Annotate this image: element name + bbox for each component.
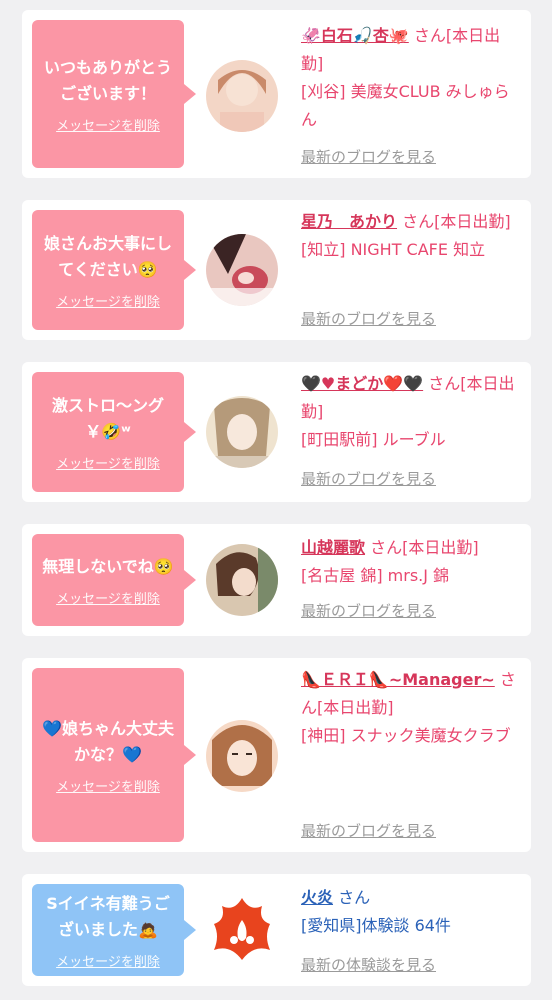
delete-message-link[interactable]: メッセージを削除 [56,776,160,795]
message-bubble: いつもありがとうございます！ メッセージを削除 [32,20,196,168]
shop-link[interactable]: [神田] スナック美魔女クラブ [301,726,511,745]
latest-blog-link[interactable]: 最新のブログを見る [301,468,436,489]
profile-name-link[interactable]: 星乃 あかり [301,212,397,231]
delete-message-link[interactable]: メッセージを削除 [56,588,160,607]
message-card: いつもありがとうございます！ メッセージを削除 🦑白石🎣杏🐙 さん[本日出勤] … [22,10,531,178]
delete-message-link[interactable]: メッセージを削除 [56,453,160,472]
message-bubble: 激ストロ〜ング￥🤣ʷ メッセージを削除 [32,372,196,492]
message-text: いつもありがとうございます！ [43,57,172,103]
message-text: Sイイネ有難うございました🙇 [46,893,170,939]
delete-message-link[interactable]: メッセージを削除 [56,291,160,310]
message-bubble: 娘さんお大事にしてください🥺 メッセージを削除 [32,210,196,330]
shop-link[interactable]: [名古屋 錦] mrs.J 錦 [301,566,449,585]
delete-message-link[interactable]: メッセージを削除 [56,115,160,134]
latest-blog-link[interactable]: 最新のブログを見る [301,146,436,167]
flame-icon [206,894,278,966]
latest-blog-link[interactable]: 最新のブログを見る [301,600,436,621]
message-text: 無理しないでね🥺 [42,556,174,576]
profile-info: 🦑白石🎣杏🐙 さん[本日出勤] [刈谷] 美魔女CLUB みしゅらん [301,22,517,134]
profile-info: 火炎 さん [愛知県]体験談 64件 [301,884,517,940]
review-count-link[interactable]: [愛知県]体験談 64件 [301,916,451,935]
message-bubble: 無理しないでね🥺 メッセージを削除 [32,534,196,626]
status-text: さん[本日出勤] [402,212,511,231]
profile-name-link[interactable]: 火炎 [301,888,333,907]
avatar[interactable] [206,60,278,132]
shop-link[interactable]: [知立] NIGHT CAFE 知立 [301,240,485,259]
profile-info: 星乃 あかり さん[本日出勤] [知立] NIGHT CAFE 知立 [301,208,517,264]
avatar-image [206,234,278,306]
avatar-image [206,720,278,792]
avatar[interactable] [206,894,278,966]
profile-info: 🖤♥まどか❤️🖤 さん[本日出勤] [町田駅前] ルーブル [301,370,517,454]
avatar[interactable] [206,720,278,792]
message-card: Sイイネ有難うございました🙇 メッセージを削除 火炎 さん [愛知県]体験談 6… [22,874,531,986]
delete-message-link[interactable]: メッセージを削除 [56,951,160,970]
message-card: 娘さんお大事にしてください🥺 メッセージを削除 星乃 あかり さん[本日出勤] … [22,200,531,340]
profile-name-link[interactable]: 🖤♥まどか❤️🖤 [301,374,423,393]
avatar[interactable] [206,544,278,616]
profile-name-link[interactable]: 👠ＥＲＩ👠~Manager~ [301,670,495,689]
message-bubble: Sイイネ有難うございました🙇 メッセージを削除 [32,884,196,976]
message-list: いつもありがとうございます！ メッセージを削除 🦑白石🎣杏🐙 さん[本日出勤] … [0,0,552,1000]
message-text: 娘さんお大事にしてください🥺 [43,233,172,279]
latest-blog-link[interactable]: 最新のブログを見る [301,308,436,329]
profile-info: 山越麗歌 さん[本日出勤] [名古屋 錦] mrs.J 錦 [301,534,517,590]
message-bubble: 💙娘ちゃん大丈夫かな？💙 メッセージを削除 [32,668,196,842]
message-text: 💙娘ちゃん大丈夫かな？💙 [42,718,174,764]
message-card: 激ストロ〜ング￥🤣ʷ メッセージを削除 🖤♥まどか❤️🖤 さん[本日出勤] [町… [22,362,531,502]
shop-link[interactable]: [刈谷] 美魔女CLUB みしゅらん [301,82,510,129]
avatar[interactable] [206,234,278,306]
avatar-image [206,544,278,616]
status-text: さん[本日出勤] [370,538,479,557]
latest-review-link[interactable]: 最新の体験談を見る [301,954,436,975]
avatar[interactable] [206,396,278,468]
avatar-image [206,60,278,132]
message-card: 💙娘ちゃん大丈夫かな？💙 メッセージを削除 👠ＥＲＩ👠~Manager~ さん[… [22,658,531,852]
profile-name-link[interactable]: 🦑白石🎣杏🐙 [301,26,409,45]
status-text: さん [338,888,371,907]
profile-info: 👠ＥＲＩ👠~Manager~ さん[本日出勤] [神田] スナック美魔女クラブ [301,666,517,750]
shop-link[interactable]: [町田駅前] ルーブル [301,430,446,449]
message-text: 激ストロ〜ング￥🤣ʷ [51,395,164,441]
avatar-image [206,396,278,468]
profile-name-link[interactable]: 山越麗歌 [301,538,365,557]
message-card: 無理しないでね🥺 メッセージを削除 山越麗歌 さん[本日出勤] [名古屋 錦] … [22,524,531,636]
latest-blog-link[interactable]: 最新のブログを見る [301,820,436,841]
